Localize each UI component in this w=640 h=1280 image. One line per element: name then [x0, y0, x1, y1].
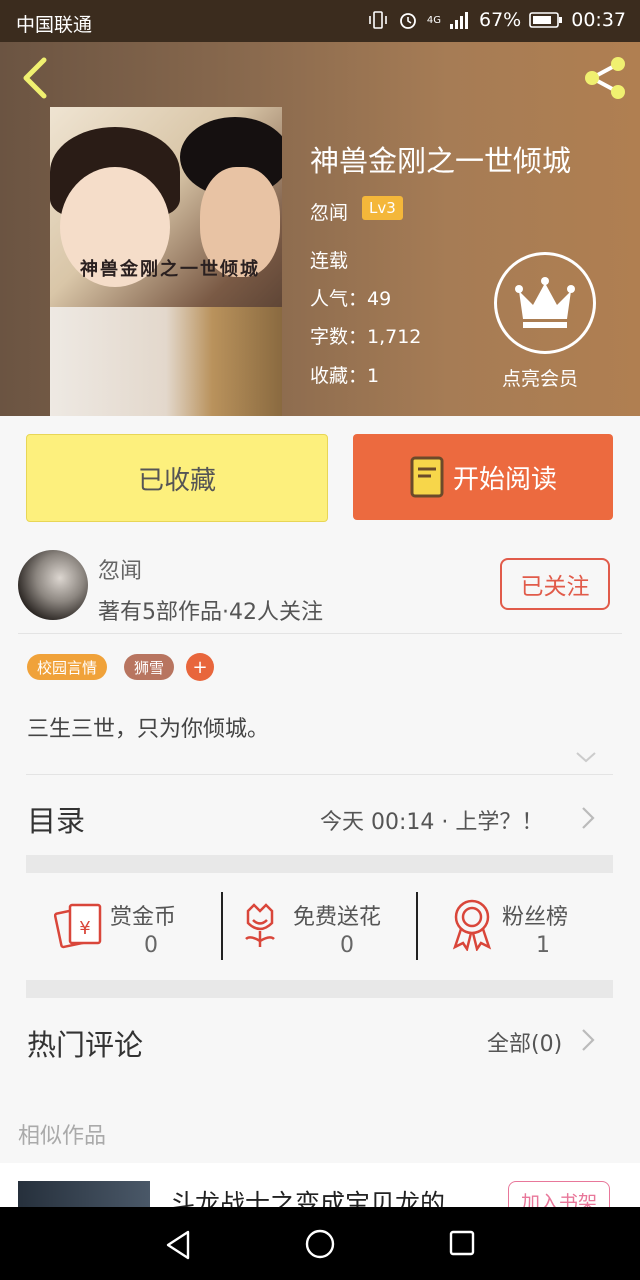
start-reading-label: 开始阅读 — [452, 464, 557, 495]
flower-icon — [245, 903, 275, 947]
cover-title: 神兽金刚之一世倾城 — [80, 259, 260, 280]
collected-label: 已收藏 — [137, 465, 216, 496]
free-flowers-value: 0 — [340, 933, 354, 958]
author-stats: 著有5部作品·42人关注 — [98, 600, 323, 625]
nav-back-icon[interactable] — [164, 1229, 192, 1261]
medal-icon — [452, 899, 492, 951]
hot-comments-row[interactable]: 热门评论 全部(0) — [0, 998, 640, 1078]
divider — [26, 774, 613, 775]
divider — [18, 633, 622, 634]
book-title: 神兽金刚之一世倾城 — [310, 144, 572, 178]
book-popularity: 人气：49 — [310, 288, 392, 310]
all-comments-link: 全部(0) — [487, 1032, 563, 1057]
author-avatar[interactable] — [18, 550, 88, 620]
book-author[interactable]: 忽闻 — [310, 198, 348, 225]
book-cover[interactable]: 神兽金刚之一世倾城 — [50, 107, 282, 416]
book-description: 三生三世，只为你倾城。 — [27, 717, 270, 742]
catalog-row[interactable]: 目录 今天 00:14 · 上学？！ — [0, 776, 640, 856]
battery-percent: 67% — [479, 9, 522, 31]
status-icons: 4G 67% 00:37 — [367, 9, 626, 31]
book-status: 连载 — [310, 250, 349, 272]
catalog-latest-chapter: 今天 00:14 · 上学？！ — [320, 810, 544, 835]
member-button[interactable] — [494, 252, 596, 354]
chevron-right-icon — [582, 1029, 595, 1051]
collected-button[interactable]: 已收藏 — [26, 434, 328, 522]
system-nav-bar — [0, 1207, 640, 1280]
network-label: 4G — [426, 14, 441, 26]
back-arrow-icon[interactable] — [18, 56, 50, 100]
crown-icon — [515, 277, 575, 328]
book-icon — [410, 456, 444, 498]
red-envelope-icon: ¥ — [54, 903, 102, 949]
add-tag-button[interactable]: + — [186, 653, 214, 681]
signal-icon — [450, 12, 468, 29]
member-label: 点亮会员 — [502, 368, 579, 390]
battery-icon — [529, 12, 563, 28]
book-favorites: 收藏：1 — [310, 365, 380, 387]
fan-ranking-value: 1 — [536, 933, 550, 958]
tag-campus-romance[interactable]: 校园言情 — [27, 654, 108, 680]
chevron-right-icon — [582, 807, 595, 829]
vertical-divider — [416, 892, 418, 960]
svg-text:¥: ¥ — [79, 918, 90, 939]
alarm-icon — [399, 13, 416, 29]
follow-button[interactable]: 已关注 — [500, 558, 610, 610]
similar-works-label: 相似作品 — [18, 1124, 107, 1149]
author-name[interactable]: 忽闻 — [98, 553, 142, 585]
tag-shixue[interactable]: 狮雪 — [124, 654, 175, 680]
fan-ranking-label: 粉丝榜 — [502, 905, 569, 930]
clock: 00:37 — [571, 9, 626, 31]
reward-coins-value: 0 — [144, 933, 158, 958]
hot-comments-title: 热门评论 — [27, 1028, 144, 1062]
section-divider — [26, 855, 613, 873]
section-divider — [26, 980, 613, 998]
fan-ranking-item[interactable]: 粉丝榜 1 — [419, 873, 613, 977]
book-word-count: 字数：1,712 — [310, 326, 422, 348]
share-icon[interactable] — [580, 54, 630, 102]
vibrate-icon — [369, 11, 387, 29]
status-bar: 中国联通 4G 67% 00:37 — [0, 0, 640, 42]
vertical-divider — [221, 892, 223, 960]
reward-coins-label: 赏金币 — [110, 905, 177, 930]
expand-chevron-icon[interactable] — [575, 750, 597, 764]
carrier-label: 中国联通 — [16, 14, 93, 36]
catalog-title: 目录 — [27, 804, 86, 838]
nav-home-icon[interactable] — [304, 1228, 336, 1260]
nav-recents-icon[interactable] — [448, 1229, 476, 1257]
follow-label: 已关注 — [520, 574, 590, 600]
reward-coins-item[interactable]: ¥ 赏金币 0 — [26, 873, 222, 977]
level-badge: Lv3 — [362, 196, 403, 220]
start-reading-button[interactable]: 开始阅读 — [353, 434, 613, 520]
free-flowers-label: 免费送花 — [293, 905, 382, 930]
free-flowers-item[interactable]: 免费送花 0 — [224, 873, 416, 977]
